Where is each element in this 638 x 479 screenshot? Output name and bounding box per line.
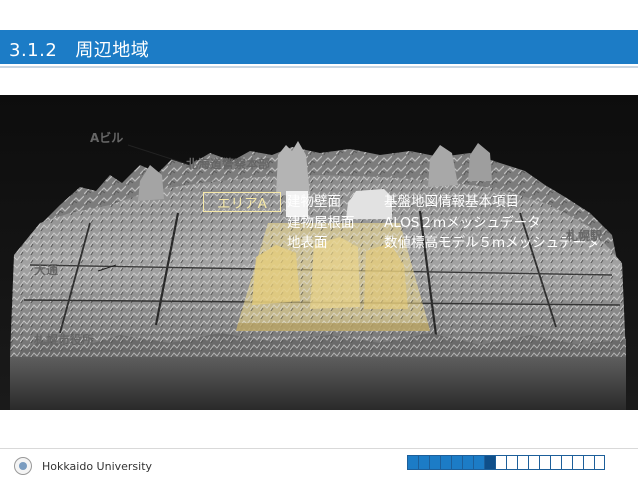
progress-cell — [561, 455, 572, 470]
area-a-label: エリアA — [203, 192, 281, 212]
legend-surface-3: 地表面 — [287, 235, 328, 251]
place-label-a-building: Aビル — [90, 131, 124, 145]
progress-cell — [418, 455, 429, 470]
university-logo-icon — [14, 457, 32, 475]
progress-cell — [517, 455, 528, 470]
legend-source-1: 基盤地図情報基本項目 — [384, 194, 519, 210]
progress-cell — [484, 455, 495, 470]
footer-divider — [0, 448, 638, 449]
progress-cell — [473, 455, 484, 470]
place-label-city-hall: 札幌市役所 — [34, 333, 95, 347]
progress-cell — [440, 455, 451, 470]
progress-cell — [572, 455, 583, 470]
progress-cell — [495, 455, 506, 470]
terrain-3d-image: エリアA 建物壁面 基盤地図情報基本項目 建物屋根面 ALOS２mメッシュデータ… — [0, 95, 638, 410]
legend-source-2: ALOS２mメッシュデータ — [384, 215, 541, 231]
place-label-odori: 大通 — [34, 263, 59, 277]
progress-cell — [550, 455, 561, 470]
progress-cell — [594, 455, 605, 470]
progress-cell — [506, 455, 517, 470]
section-number: 3.1.2 — [9, 40, 58, 61]
progress-cell — [462, 455, 473, 470]
slide-progress-bar — [407, 455, 605, 470]
place-label-sapporo-station: 札幌駅 — [566, 229, 603, 243]
progress-cell — [429, 455, 440, 470]
progress-cell — [583, 455, 594, 470]
progress-cell — [451, 455, 462, 470]
slide-title: 3.1.2 周辺地域 — [9, 36, 149, 62]
progress-cell — [528, 455, 539, 470]
legend-surface-1: 建物壁面 — [287, 194, 341, 210]
progress-cell — [407, 455, 418, 470]
organization-name: Hokkaido University — [42, 460, 153, 473]
legend-surface-2: 建物屋根面 — [287, 215, 355, 231]
progress-cell — [539, 455, 550, 470]
place-label-police-hq: 北海道警察本部 — [186, 157, 271, 171]
title-divider — [0, 66, 638, 68]
section-title: 周辺地域 — [75, 40, 150, 61]
